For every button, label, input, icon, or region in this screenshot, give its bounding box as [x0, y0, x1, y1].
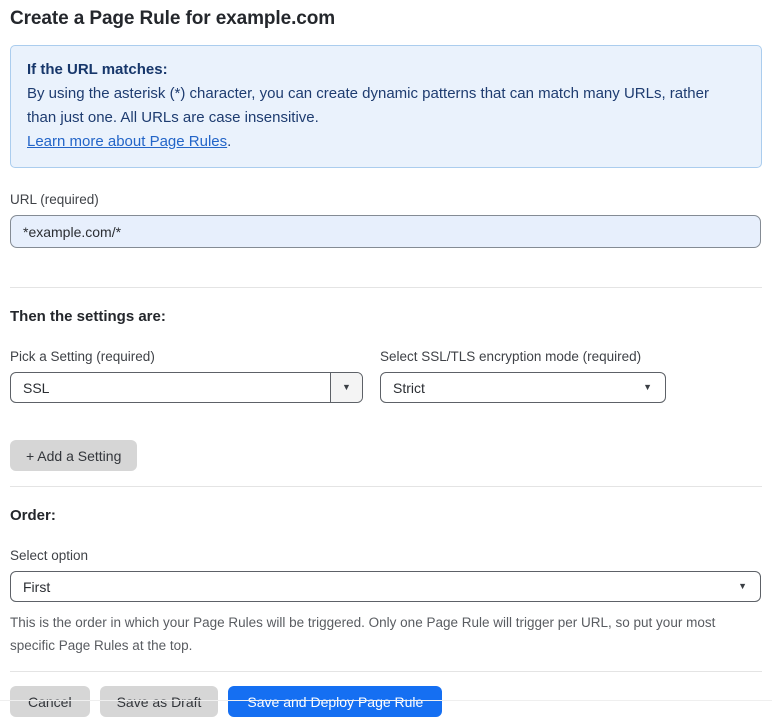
add-setting-button[interactable]: + Add a Setting: [10, 440, 138, 471]
caret-down-icon: ▼: [738, 581, 747, 591]
order-select-label: Select option: [10, 548, 89, 563]
url-input[interactable]: [10, 215, 761, 248]
section-divider: [10, 486, 762, 487]
encryption-mode-column: Select SSL/TLS encryption mode (required…: [380, 325, 666, 403]
order-help-text: This is the order in which your Page Rul…: [10, 615, 716, 653]
bottom-divider: [0, 700, 772, 701]
url-match-info-box: If the URL matches: By using the asteris…: [10, 45, 762, 168]
caret-wrapper: ▼: [730, 582, 760, 591]
footer-actions: Cancel Save as Draft Save and Deploy Pag…: [10, 686, 762, 717]
settings-section-heading: Then the settings are:: [10, 308, 166, 325]
pick-setting-column: Pick a Setting (required) SSL ▼: [10, 325, 363, 403]
select-caret-section: ▼: [330, 373, 362, 402]
info-box-link-line: Learn more about Page Rules.: [27, 130, 745, 154]
page-title: Create a Page Rule for example.com: [10, 8, 336, 29]
footer-divider: [10, 671, 762, 672]
info-box-heading: If the URL matches:: [27, 61, 168, 78]
caret-wrapper: ▼: [635, 383, 665, 392]
cancel-button[interactable]: Cancel: [10, 686, 90, 717]
pick-setting-value: SSL: [23, 379, 50, 396]
info-box-body: By using the asterisk (*) character, you…: [27, 85, 709, 126]
pick-setting-select[interactable]: SSL ▼: [10, 372, 363, 403]
section-divider: [10, 287, 762, 288]
encryption-mode-select[interactable]: Strict ▼: [380, 372, 666, 403]
create-page-rule-form: Create a Page Rule for example.com If th…: [0, 0, 772, 717]
caret-down-icon: ▼: [342, 382, 351, 392]
link-period: .: [227, 133, 232, 150]
url-field-label: URL (required): [10, 192, 99, 207]
encryption-mode-value: Strict: [393, 379, 425, 396]
encryption-mode-label: Select SSL/TLS encryption mode (required…: [380, 349, 642, 364]
order-select[interactable]: First ▼: [10, 571, 761, 602]
settings-selects-row: Pick a Setting (required) SSL ▼ Select S…: [10, 325, 762, 403]
caret-down-icon: ▼: [643, 382, 652, 392]
pick-setting-label: Pick a Setting (required): [10, 349, 155, 364]
save-and-deploy-button[interactable]: Save and Deploy Page Rule: [228, 686, 443, 717]
learn-more-link[interactable]: Learn more about Page Rules: [27, 133, 227, 150]
order-section-heading: Order:: [10, 507, 56, 524]
save-as-draft-button[interactable]: Save as Draft: [99, 686, 219, 717]
order-select-value: First: [23, 578, 51, 595]
